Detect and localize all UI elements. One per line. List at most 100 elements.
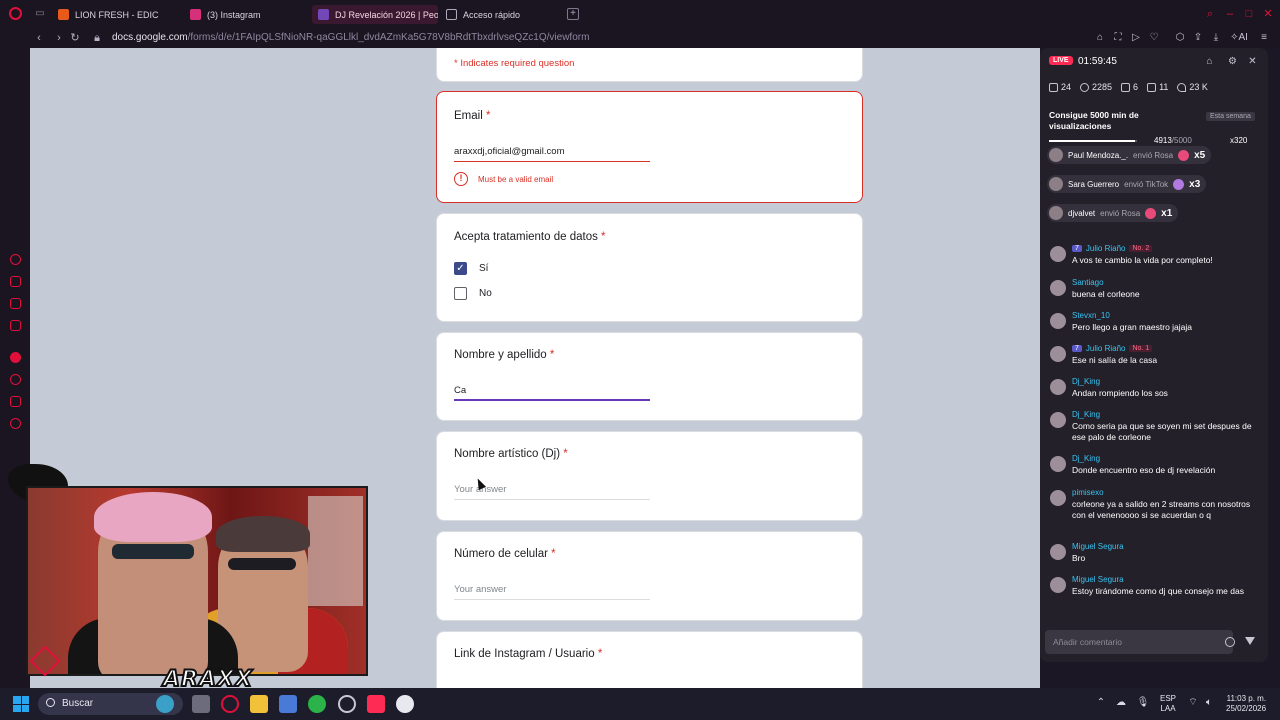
back-icon[interactable]: ‹ — [32, 31, 46, 45]
phone-field[interactable]: Your answer — [454, 582, 650, 600]
extensions-icon[interactable]: ⬡ — [1174, 32, 1186, 44]
tab-label: (3) Instagram — [207, 9, 261, 20]
chat-username[interactable]: Miguel Segura — [1072, 542, 1124, 551]
system-clock[interactable]: 11:03 p. m. 25/02/2026 — [1226, 694, 1266, 714]
lock-icon[interactable]: ⌂ — [1204, 56, 1215, 67]
forward-icon[interactable]: › — [52, 31, 66, 45]
bookmark-icon[interactable]: ⌂ — [1094, 32, 1106, 44]
chat-username[interactable]: Dj_King — [1072, 410, 1100, 419]
avatar[interactable] — [1050, 412, 1066, 428]
tiktok-live-studio-icon[interactable] — [367, 695, 385, 713]
sidebar-messenger-icon[interactable] — [10, 320, 21, 331]
network-icon[interactable]: ⌔ — [1186, 696, 1200, 710]
avatar[interactable] — [1050, 490, 1066, 506]
chat-username-row[interactable]: 7 Julio Riaño No. 1 — [1072, 344, 1153, 353]
whatsapp-icon[interactable] — [308, 695, 326, 713]
error-icon: ! — [454, 172, 468, 186]
full-name-field[interactable]: Ca — [454, 383, 650, 401]
sidebar-mods-icon[interactable] — [10, 396, 21, 407]
person-right-hair — [216, 516, 310, 552]
search-tabs-icon[interactable]: ⌕ — [1204, 8, 1216, 20]
tab-lion-fresh[interactable]: LION FRESH - EDIC — [52, 5, 182, 24]
chat-username-row[interactable]: Stevxn_10 — [1072, 311, 1110, 320]
chat-username[interactable]: Santiago — [1072, 278, 1104, 287]
workspaces-icon[interactable]: ▭ — [34, 8, 46, 19]
onedrive-icon[interactable]: ☁ — [1114, 696, 1128, 710]
reload-icon[interactable]: ↻ — [68, 31, 82, 45]
volume-icon[interactable]: 🔈︎ — [1202, 696, 1216, 710]
chat-username[interactable]: Dj_King — [1072, 454, 1100, 463]
option-si[interactable]: ✓ Sí — [454, 262, 488, 275]
new-tab-button[interactable]: + — [567, 8, 579, 20]
emoji-icon[interactable] — [1225, 637, 1235, 647]
tab-acceso-rapido[interactable]: Acceso rápido — [440, 5, 560, 24]
chat-username-row[interactable]: Santiago — [1072, 278, 1104, 287]
aria-ai-button[interactable]: ✧AI — [1228, 32, 1250, 44]
heart-icon[interactable]: ♡ — [1148, 32, 1160, 44]
checkbox-checked[interactable]: ✓ — [454, 262, 467, 275]
chat-text: Bro — [1072, 553, 1086, 563]
avatar[interactable] — [1050, 346, 1066, 362]
error-message: Must be a valid email — [478, 174, 554, 184]
close-panel-icon[interactable]: ✕ — [1247, 56, 1258, 67]
chat-username[interactable]: pimisexo — [1072, 488, 1104, 497]
avatar[interactable] — [1050, 313, 1066, 329]
language-indicator[interactable]: ESP LAA — [1160, 694, 1176, 714]
settings-icon[interactable]: ⚙ — [1227, 56, 1238, 67]
opera-logo-icon[interactable] — [9, 7, 22, 20]
microphone-icon[interactable]: 🎙︎ — [1136, 696, 1150, 710]
sidebar-settings-icon[interactable] — [10, 418, 21, 429]
close-window-icon[interactable]: ✕ — [1262, 8, 1274, 20]
media-player-icon[interactable] — [396, 695, 414, 713]
comment-input[interactable]: Añadir comentario — [1045, 630, 1233, 654]
chat-username-row[interactable]: Dj_King — [1072, 454, 1100, 463]
sidebar-history-icon[interactable] — [10, 374, 21, 385]
avatar[interactable] — [1050, 544, 1066, 560]
chat-username-row[interactable]: Dj_King — [1072, 410, 1100, 419]
menu-icon[interactable]: ≡ — [1258, 32, 1270, 44]
store-icon[interactable] — [279, 695, 297, 713]
chat-username-row[interactable]: Dj_King — [1072, 377, 1100, 386]
chat-username-row[interactable]: Miguel Segura — [1072, 575, 1124, 584]
maximize-icon[interactable]: □ — [1243, 8, 1255, 20]
avatar[interactable] — [1050, 456, 1066, 472]
avatar[interactable] — [1050, 577, 1066, 593]
download-icon[interactable]: ⤓ — [1210, 32, 1222, 44]
option-no[interactable]: No — [454, 287, 492, 300]
checkbox-unchecked[interactable] — [454, 287, 467, 300]
chat-username-row[interactable]: Miguel Segura — [1072, 542, 1124, 551]
email-field[interactable]: araxxdj,oficial@gmail.com — [454, 144, 650, 162]
opera-gx-taskbar-icon[interactable] — [221, 695, 239, 713]
chat-username[interactable]: Julio Riaño — [1086, 344, 1126, 353]
windows-start-icon[interactable] — [13, 696, 29, 712]
player-icon[interactable]: ▷ — [1130, 32, 1142, 44]
avatar[interactable] — [1050, 379, 1066, 395]
chat-username-row[interactable]: pimisexo — [1072, 488, 1104, 497]
required-note: * Indicates required question — [454, 58, 575, 69]
tab-instagram[interactable]: (3) Instagram — [184, 5, 310, 24]
task-view-icon[interactable] — [192, 695, 210, 713]
url-field[interactable]: docs.google.com/forms/d/e/1FAIpQLSfNioNR… — [112, 32, 589, 43]
share-icon[interactable]: ⇪ — [1192, 32, 1204, 44]
avatar[interactable] — [1050, 280, 1066, 296]
minimize-icon[interactable]: – — [1224, 8, 1236, 20]
send-icon[interactable] — [1245, 637, 1255, 645]
file-explorer-icon[interactable] — [250, 695, 268, 713]
chat-username[interactable]: Stevxn_10 — [1072, 311, 1110, 320]
chat-username-row[interactable]: 7 Julio Riaño No. 2 — [1072, 244, 1153, 253]
avatar[interactable] — [1050, 246, 1066, 262]
obs-icon[interactable] — [338, 695, 356, 713]
tab-dj-revelacion[interactable]: DJ Revelación 2026 | Peo — [312, 5, 438, 24]
chat-username[interactable]: Julio Riaño — [1086, 244, 1126, 253]
widget-icon[interactable] — [156, 695, 174, 713]
chat-username[interactable]: Miguel Segura — [1072, 575, 1124, 584]
gift-user: Sara Guerrero — [1068, 179, 1120, 189]
snapshot-icon[interactable]: ⛶ — [1112, 32, 1124, 44]
sidebar-ai-icon[interactable] — [10, 254, 21, 265]
sidebar-twitch-icon[interactable] — [10, 298, 21, 309]
chat-username[interactable]: Dj_King — [1072, 377, 1100, 386]
question-label: Email — [454, 110, 483, 122]
sidebar-music-icon[interactable] — [10, 352, 21, 363]
sidebar-gamepad-icon[interactable] — [10, 276, 21, 287]
tray-expand-icon[interactable]: ⌃ — [1094, 696, 1108, 710]
